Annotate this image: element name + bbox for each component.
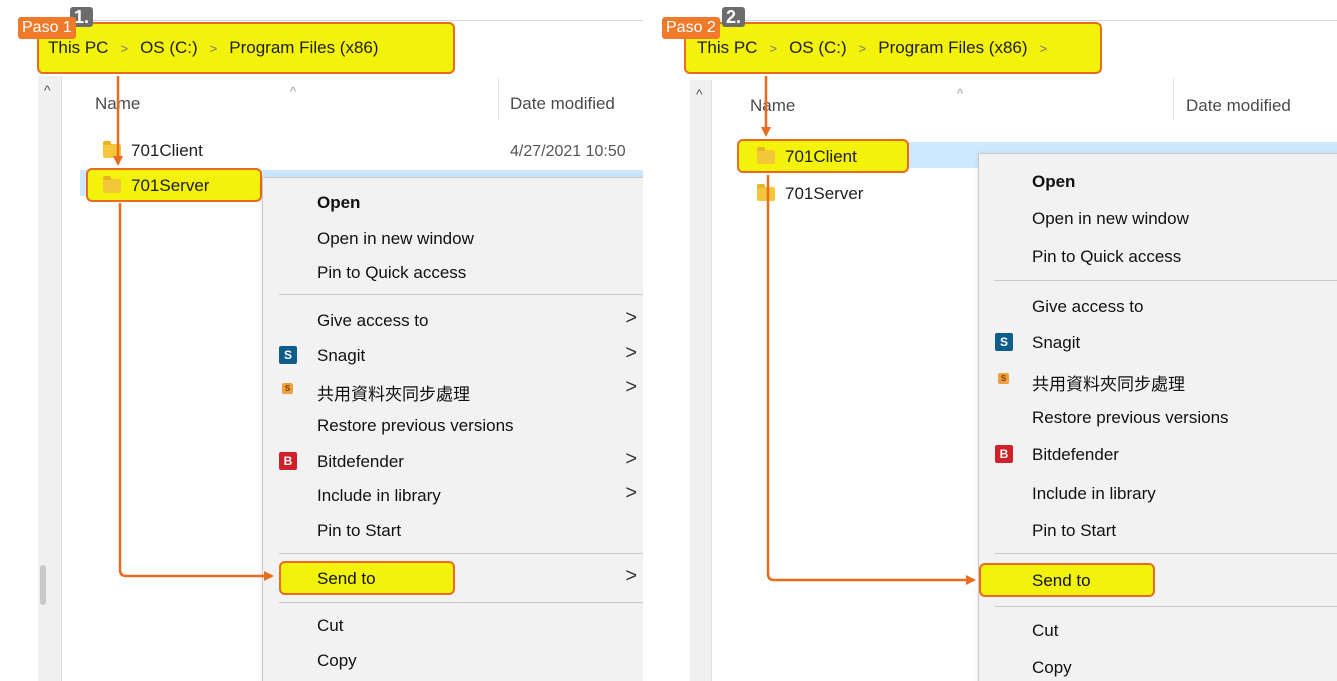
menu-item-folder-sync[interactable]: S 共用資料夾同步處理 > bbox=[263, 376, 643, 404]
breadcrumb-this-pc[interactable]: This PC bbox=[48, 38, 108, 58]
menu-item-restore-previous-versions[interactable]: Restore previous versions bbox=[263, 416, 643, 440]
file-name: 701Client bbox=[131, 141, 203, 160]
menu-item-include-in-library[interactable]: Include in library bbox=[979, 484, 1337, 508]
file-name: 701Server bbox=[785, 184, 864, 203]
breadcrumb: This PC > OS (C:) > Program Files (x86) bbox=[48, 38, 379, 58]
bitdefender-icon: B bbox=[279, 452, 297, 470]
step-label: Paso 1 bbox=[18, 17, 76, 39]
breadcrumb-os-c[interactable]: OS (C:) bbox=[140, 38, 198, 58]
folder-icon bbox=[103, 176, 121, 193]
address-bar-border bbox=[38, 20, 643, 21]
menu-item-pin-to-start[interactable]: Pin to Start bbox=[263, 521, 643, 545]
folder-icon bbox=[757, 147, 775, 164]
breadcrumb-program-files-x86[interactable]: Program Files (x86) bbox=[229, 38, 378, 58]
submenu-arrow-icon: > bbox=[625, 482, 637, 504]
file-name: 701Server bbox=[131, 176, 210, 195]
scrollbar-thumb[interactable] bbox=[40, 565, 46, 605]
menu-item-snagit[interactable]: S Snagit > bbox=[263, 342, 643, 370]
menu-item-open-new-window[interactable]: Open in new window bbox=[979, 209, 1337, 233]
menu-item-folder-sync[interactable]: S 共用資料夾同步處理 bbox=[979, 370, 1337, 394]
navigation-pane-edge: ^ bbox=[690, 80, 712, 681]
menu-item-open[interactable]: Open bbox=[979, 172, 1337, 196]
file-row-701client[interactable]: 701Client bbox=[757, 147, 857, 167]
column-divider[interactable] bbox=[1173, 78, 1174, 120]
breadcrumb-this-pc[interactable]: This PC bbox=[697, 38, 757, 58]
snagit-icon: S bbox=[995, 333, 1013, 351]
bitdefender-icon: B bbox=[995, 445, 1013, 463]
breadcrumb-os-c[interactable]: OS (C:) bbox=[789, 38, 847, 58]
file-row-701server[interactable]: 701Server bbox=[757, 184, 863, 204]
panel-separator bbox=[643, 0, 652, 681]
menu-separator bbox=[995, 553, 1337, 554]
menu-item-give-access[interactable]: Give access to > bbox=[263, 307, 643, 335]
context-menu: Open Open in new window Pin to Quick acc… bbox=[978, 153, 1337, 681]
menu-item-pin-quick-access[interactable]: Pin to Quick access bbox=[979, 247, 1337, 271]
file-row-701client[interactable]: 701Client bbox=[103, 141, 203, 161]
submenu-arrow-icon: > bbox=[625, 448, 637, 470]
folder-icon bbox=[757, 184, 775, 201]
explorer-panel-step-2: This PC > OS (C:) > Program Files (x86) … bbox=[652, 0, 1337, 681]
step-label: Paso 2 bbox=[662, 17, 720, 39]
file-row-701server[interactable]: 701Server bbox=[103, 176, 209, 196]
breadcrumb: This PC > OS (C:) > Program Files (x86) … bbox=[697, 38, 1059, 58]
sort-ascending-icon: ^ bbox=[957, 86, 964, 101]
submenu-arrow-icon: > bbox=[625, 565, 637, 587]
breadcrumb-program-files-x86[interactable]: Program Files (x86) bbox=[878, 38, 1027, 58]
step-number-badge: 2. bbox=[722, 7, 746, 27]
menu-item-send-to[interactable]: Send to bbox=[979, 571, 1337, 595]
menu-separator bbox=[279, 294, 643, 295]
submenu-arrow-icon: > bbox=[625, 307, 637, 329]
menu-item-copy[interactable]: Copy bbox=[263, 651, 643, 675]
folder-sync-icon: S bbox=[998, 373, 1009, 384]
scroll-up-icon[interactable]: ^ bbox=[696, 86, 703, 102]
menu-item-include-in-library[interactable]: Include in library > bbox=[263, 482, 643, 510]
menu-item-pin-to-start[interactable]: Pin to Start bbox=[979, 521, 1337, 545]
menu-item-bitdefender[interactable]: B Bitdefender bbox=[979, 445, 1337, 469]
explorer-panel-step-1: This PC > OS (C:) > Program Files (x86) … bbox=[0, 0, 643, 681]
breadcrumb-chevron-icon[interactable]: > bbox=[120, 41, 128, 56]
menu-item-give-access[interactable]: Give access to bbox=[979, 297, 1337, 321]
submenu-arrow-icon: > bbox=[625, 376, 637, 398]
menu-item-open[interactable]: Open bbox=[263, 193, 643, 217]
menu-item-open-new-window[interactable]: Open in new window bbox=[263, 229, 643, 253]
file-date: 4/27/2021 10:50 bbox=[510, 143, 626, 160]
breadcrumb-chevron-icon[interactable]: > bbox=[1040, 41, 1048, 56]
breadcrumb-chevron-icon[interactable]: > bbox=[210, 41, 218, 56]
menu-item-cut[interactable]: Cut bbox=[979, 621, 1337, 645]
snagit-icon: S bbox=[279, 346, 297, 364]
menu-separator bbox=[279, 553, 643, 554]
menu-separator bbox=[995, 606, 1337, 607]
menu-item-restore-previous-versions[interactable]: Restore previous versions bbox=[979, 408, 1337, 432]
column-header-name[interactable]: Name bbox=[750, 96, 795, 116]
menu-item-pin-quick-access[interactable]: Pin to Quick access bbox=[263, 263, 643, 287]
column-divider[interactable] bbox=[498, 78, 499, 120]
context-menu: Open Open in new window Pin to Quick acc… bbox=[262, 177, 643, 681]
breadcrumb-chevron-icon[interactable]: > bbox=[769, 41, 777, 56]
folder-sync-icon: S bbox=[282, 383, 293, 394]
folder-icon bbox=[103, 141, 121, 158]
submenu-arrow-icon: > bbox=[625, 342, 637, 364]
menu-separator bbox=[279, 602, 643, 603]
address-bar-border bbox=[685, 20, 1337, 21]
menu-separator bbox=[995, 280, 1337, 281]
file-name: 701Client bbox=[785, 147, 857, 166]
breadcrumb-chevron-icon[interactable]: > bbox=[859, 41, 867, 56]
menu-item-send-to[interactable]: Send to > bbox=[263, 565, 643, 593]
menu-item-cut[interactable]: Cut bbox=[263, 616, 643, 640]
menu-item-copy[interactable]: Copy bbox=[979, 658, 1337, 681]
scroll-up-icon[interactable]: ^ bbox=[44, 82, 51, 98]
column-header-name[interactable]: Name bbox=[95, 94, 140, 114]
sort-ascending-icon: ^ bbox=[290, 84, 297, 99]
menu-item-bitdefender[interactable]: B Bitdefender > bbox=[263, 448, 643, 476]
column-header-date-modified[interactable]: Date modified bbox=[510, 94, 615, 114]
column-header-date-modified[interactable]: Date modified bbox=[1186, 96, 1291, 116]
menu-item-snagit[interactable]: S Snagit bbox=[979, 333, 1337, 357]
